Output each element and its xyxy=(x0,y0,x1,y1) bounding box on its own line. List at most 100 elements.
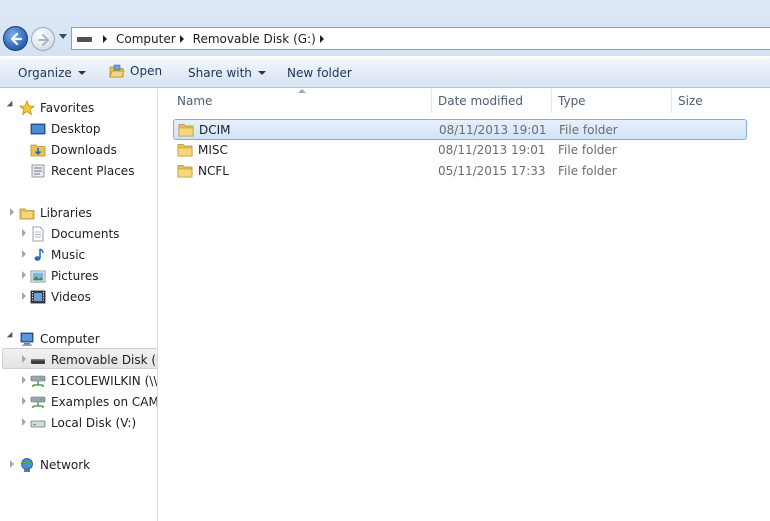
forward-arrow-icon xyxy=(38,34,49,46)
table-row[interactable]: MISC 08/11/2013 19:01 File folder xyxy=(173,140,747,161)
drive-icon xyxy=(77,35,93,43)
star-icon xyxy=(19,99,35,115)
expand-arrow-icon[interactable] xyxy=(22,292,26,300)
nav-local-disk[interactable]: Local Disk (V:) xyxy=(30,412,136,433)
open-label: Open xyxy=(130,64,163,78)
pictures-icon xyxy=(30,270,46,282)
expand-arrow-icon[interactable] xyxy=(22,397,26,405)
libraries-icon xyxy=(19,208,35,219)
command-bar: Organize Open Share with New folder xyxy=(0,57,770,88)
folder-icon xyxy=(178,124,194,137)
expand-arrow-icon[interactable] xyxy=(22,271,26,279)
new-folder-label: New folder xyxy=(287,66,352,80)
breadcrumb-computer[interactable]: Computer xyxy=(116,32,176,46)
breadcrumb-separator[interactable] xyxy=(319,34,324,43)
file-date-modified: 08/11/2013 19:01 xyxy=(438,143,546,157)
folder-icon xyxy=(177,144,193,157)
navigation-pane[interactable]: Favorites Desktop Downloads Recent Place… xyxy=(0,89,158,521)
nav-network[interactable]: Network xyxy=(19,454,90,475)
column-type-label: Type xyxy=(558,94,586,108)
hard-drive-icon xyxy=(30,420,46,427)
nav-e1colewilkin-label: E1COLEWILKIN (\\C xyxy=(51,373,158,388)
nav-music-label: Music xyxy=(51,247,86,262)
address-bar[interactable]: Computer Removable Disk (G:) xyxy=(71,27,770,50)
recent-pages-dropdown[interactable] xyxy=(59,34,67,39)
title-bar-area: Computer Removable Disk (G:) xyxy=(0,0,770,56)
nav-videos-label: Videos xyxy=(51,289,91,304)
nav-network-label: Network xyxy=(40,457,91,472)
nav-favorites[interactable]: Favorites xyxy=(19,97,94,118)
breadcrumb-separator[interactable] xyxy=(179,34,184,43)
nav-documents[interactable]: Documents xyxy=(30,223,119,244)
network-icon xyxy=(21,457,33,472)
expand-arrow-icon[interactable] xyxy=(10,208,14,216)
file-date-modified: 08/11/2013 19:01 xyxy=(439,123,547,137)
expand-arrow-icon[interactable] xyxy=(22,376,26,384)
column-name-label: Name xyxy=(177,94,213,108)
nav-downloads-label: Downloads xyxy=(51,142,117,157)
expand-arrow-icon[interactable] xyxy=(22,355,26,363)
breadcrumb-removable-disk[interactable]: Removable Disk (G:) xyxy=(193,32,316,46)
table-row[interactable]: NCFL 05/11/2015 17:33 File folder xyxy=(173,161,747,182)
file-type: File folder xyxy=(558,164,617,178)
new-folder-button[interactable]: New folder xyxy=(287,66,352,80)
folder-icon xyxy=(177,165,193,178)
chevron-down-icon xyxy=(257,71,266,75)
recent-places-icon xyxy=(31,164,45,177)
expand-arrow-icon[interactable] xyxy=(6,331,16,341)
column-header-type[interactable]: Type xyxy=(550,89,670,113)
column-header-name[interactable]: Name xyxy=(169,89,431,113)
table-row[interactable]: DCIM 08/11/2013 19:01 File folder xyxy=(173,119,747,140)
videos-icon xyxy=(30,290,46,303)
nav-e1colewilkin[interactable]: E1COLEWILKIN (\\C xyxy=(30,370,158,391)
open-button[interactable]: Open xyxy=(109,64,162,78)
nav-music[interactable]: Music xyxy=(30,244,85,265)
file-name: MISC xyxy=(198,143,228,157)
nav-local-disk-label: Local Disk (V:) xyxy=(51,415,137,430)
column-date-label: Date modified xyxy=(438,94,524,108)
back-button[interactable] xyxy=(3,26,28,51)
nav-videos[interactable]: Videos xyxy=(30,286,91,307)
nav-libraries[interactable]: Libraries xyxy=(19,202,92,223)
expand-arrow-icon[interactable] xyxy=(22,418,26,426)
nav-libraries-label: Libraries xyxy=(40,205,92,220)
expand-arrow-icon[interactable] xyxy=(22,229,26,237)
nav-recent-places-label: Recent Places xyxy=(51,163,135,178)
expand-arrow-icon[interactable] xyxy=(6,100,16,110)
organize-button[interactable]: Organize xyxy=(18,66,86,80)
column-header-date-modified[interactable]: Date modified xyxy=(430,89,550,113)
chevron-down-icon xyxy=(77,71,86,75)
nav-pictures[interactable]: Pictures xyxy=(30,265,99,286)
nav-removable-disk[interactable]: Removable Disk (G:) xyxy=(30,349,157,370)
nav-computer-label: Computer xyxy=(40,331,100,346)
expand-arrow-icon[interactable] xyxy=(10,460,14,468)
network-drive-icon xyxy=(30,375,46,387)
downloads-icon xyxy=(30,144,46,156)
back-arrow-icon xyxy=(10,32,23,46)
file-type: File folder xyxy=(559,123,618,137)
file-list-pane[interactable]: Name Date modified Type Size DCIM 08/11/… xyxy=(159,89,770,521)
breadcrumb-separator[interactable] xyxy=(103,34,107,43)
documents-icon xyxy=(32,226,44,241)
nav-pictures-label: Pictures xyxy=(51,268,99,283)
nav-desktop-label: Desktop xyxy=(51,121,101,136)
file-name: NCFL xyxy=(198,164,229,178)
nav-examples-label: Examples on CAMPU xyxy=(51,394,158,409)
nav-recent-places[interactable]: Recent Places xyxy=(30,160,134,181)
expand-arrow-icon[interactable] xyxy=(22,250,26,258)
organize-label: Organize xyxy=(18,66,72,80)
column-header-size[interactable]: Size xyxy=(670,89,760,113)
file-type: File folder xyxy=(558,143,617,157)
nav-favorites-label: Favorites xyxy=(40,100,95,115)
nav-removable-disk-label: Removable Disk (G:) xyxy=(51,352,157,367)
open-folder-icon xyxy=(109,64,125,78)
nav-examples-on-campus[interactable]: Examples on CAMPU xyxy=(30,391,158,412)
share-with-button[interactable]: Share with xyxy=(188,66,266,80)
nav-desktop[interactable]: Desktop xyxy=(30,118,101,139)
nav-downloads[interactable]: Downloads xyxy=(30,139,117,160)
forward-button[interactable] xyxy=(31,27,55,51)
nav-documents-label: Documents xyxy=(51,226,120,241)
nav-computer[interactable]: Computer xyxy=(19,328,100,349)
desktop-icon xyxy=(30,123,46,134)
network-drive-icon xyxy=(30,396,46,408)
